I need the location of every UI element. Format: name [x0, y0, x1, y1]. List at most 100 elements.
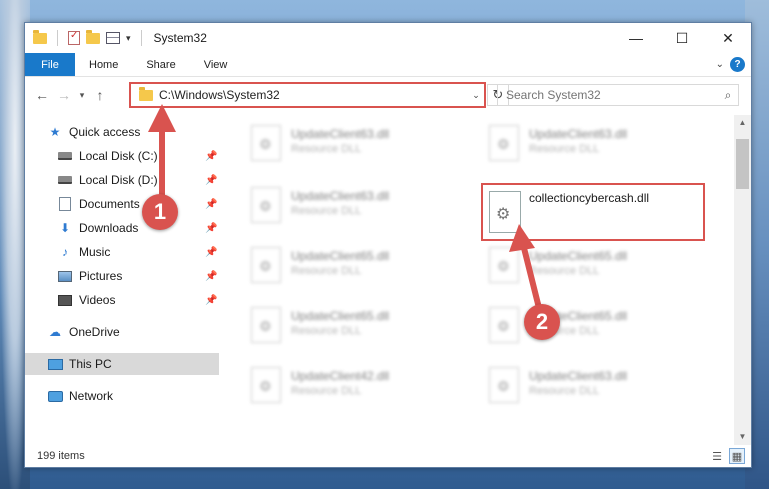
view-options-icon[interactable] — [106, 32, 120, 44]
file-item[interactable]: UpdateClient63.dll Resource DLL — [483, 121, 703, 167]
sidebar-item-label: This PC — [69, 357, 112, 371]
large-icons-view-icon[interactable]: ▦ — [729, 448, 745, 464]
sidebar-item-label: Pictures — [79, 269, 123, 283]
sidebar-item-onedrive[interactable]: ☁ OneDrive — [25, 321, 219, 343]
highlighted-file-item[interactable]: collectioncybercash.dll — [481, 183, 705, 241]
file-item[interactable]: UpdateClient42.dll Resource DLL — [245, 363, 465, 409]
file-item[interactable]: UpdateClient63.dll Resource DLL — [483, 363, 703, 409]
close-button[interactable]: ✕ — [705, 23, 751, 53]
back-arrow-icon[interactable]: ← — [31, 87, 53, 103]
file-item[interactable]: UpdateClient63.dll Resource DLL — [245, 183, 465, 229]
file-description: Resource DLL — [529, 265, 600, 277]
drive-icon — [57, 173, 73, 187]
qat-dropdown-icon[interactable]: ▾ — [126, 33, 131, 44]
pictures-icon — [57, 269, 73, 283]
computer-icon — [47, 357, 63, 371]
sidebar-item-label: Videos — [79, 293, 116, 307]
sidebar-item-local-disk-c[interactable]: Local Disk (C:) 📌 — [25, 145, 219, 167]
file-description: Resource DLL — [291, 265, 362, 277]
scroll-down-icon[interactable]: ▼ — [734, 429, 751, 445]
sidebar-item-pictures[interactable]: Pictures 📌 — [25, 265, 219, 287]
file-item[interactable]: UpdateClient65.dll Resource DLL — [483, 243, 703, 289]
file-name: UpdateClient42.dll — [291, 369, 390, 383]
search-box[interactable]: ⌕ — [497, 84, 739, 106]
music-note-icon: ♪ — [62, 245, 68, 259]
window-controls: — ☐ ✕ — [613, 23, 751, 53]
file-description: Resource DLL — [291, 143, 362, 155]
cloud-icon: ☁ — [49, 325, 61, 339]
sidebar-item-label: Local Disk (D:) — [79, 173, 158, 187]
address-path[interactable]: C:\Windows\System32 — [159, 88, 468, 102]
help-icon[interactable]: ? — [730, 57, 745, 72]
navigation-pane: ★ Quick access Local Disk (C:) 📌 Local D… — [25, 115, 219, 445]
file-name: UpdateClient65.dll — [291, 309, 390, 323]
file-list: UpdateClient63.dll Resource DLL UpdateCl… — [221, 115, 735, 445]
maximize-button[interactable]: ☐ — [659, 23, 705, 53]
window-title: System32 — [153, 31, 207, 45]
sidebar-item-quick-access[interactable]: ★ Quick access — [25, 121, 219, 143]
dll-file-icon — [251, 125, 281, 161]
new-folder-icon[interactable] — [86, 29, 100, 44]
file-description: Resource DLL — [529, 143, 600, 155]
search-input[interactable] — [498, 88, 718, 102]
ribbon-help-area: ⌄ ? — [716, 57, 745, 72]
file-item[interactable]: UpdateClient65.dll Resource DLL — [245, 303, 465, 349]
file-name: collectioncybercash.dll — [529, 191, 650, 205]
search-icon[interactable]: ⌕ — [718, 88, 738, 103]
dll-file-icon — [251, 187, 281, 223]
folder-icon — [139, 86, 153, 101]
navigation-bar: ← → ▾ ↑ C:\Windows\System32 ⌄ ↻ ⌕ — [25, 78, 751, 112]
file-item[interactable]: UpdateClient65.dll Resource DLL — [245, 243, 465, 289]
pin-icon: 📌 — [205, 174, 218, 186]
file-description: Resource DLL — [291, 385, 362, 397]
sidebar-item-downloads[interactable]: ⬇ Downloads 📌 — [25, 217, 219, 239]
dll-file-icon — [489, 367, 519, 403]
vertical-scrollbar[interactable]: ▲ ▼ — [734, 115, 751, 445]
dll-file-icon — [489, 247, 519, 283]
expand-ribbon-icon[interactable]: ⌄ — [716, 59, 724, 70]
sidebar-item-music[interactable]: ♪ Music 📌 — [25, 241, 219, 263]
title-bar: ▾ System32 — ☐ ✕ — [25, 23, 751, 53]
pin-icon: 📌 — [205, 270, 218, 282]
document-icon — [57, 197, 73, 211]
step-2-badge: 2 — [524, 304, 560, 340]
sidebar-item-label: Music — [79, 245, 111, 259]
up-arrow-icon[interactable]: ↑ — [89, 87, 111, 103]
chevron-down-icon[interactable]: ⌄ — [468, 90, 484, 101]
dll-file-icon — [251, 367, 281, 403]
sidebar-item-label: Network — [69, 389, 114, 403]
sidebar-item-local-disk-d[interactable]: Local Disk (D:) 📌 — [25, 169, 219, 191]
sidebar-item-documents[interactable]: Documents 📌 — [25, 193, 219, 215]
video-film-icon — [57, 293, 73, 307]
forward-arrow-icon[interactable]: → — [53, 87, 75, 103]
properties-icon[interactable] — [68, 30, 80, 45]
sidebar-item-this-pc[interactable]: This PC — [25, 353, 219, 375]
sidebar-item-network[interactable]: Network — [25, 385, 219, 407]
status-bar: 199 items ☰ ▦ — [25, 445, 751, 467]
pin-icon: 📌 — [205, 198, 218, 210]
pin-icon: 📌 — [205, 150, 218, 162]
file-name: UpdateClient65.dll — [529, 249, 628, 263]
sidebar-item-videos[interactable]: Videos 📌 — [25, 289, 219, 311]
file-item[interactable]: UpdateClient65.dll Resource DLL — [483, 303, 703, 349]
star-icon: ★ — [49, 125, 61, 139]
file-description: Resource DLL — [529, 385, 600, 397]
file-item[interactable]: UpdateClient63.dll Resource DLL — [245, 121, 465, 167]
item-count: 199 items — [37, 450, 85, 462]
scroll-up-icon[interactable]: ▲ — [734, 115, 751, 131]
pin-icon: 📌 — [205, 246, 218, 258]
details-view-icon[interactable]: ☰ — [709, 448, 725, 464]
tab-share[interactable]: Share — [132, 53, 189, 76]
network-icon — [47, 389, 63, 403]
minimize-button[interactable]: — — [613, 23, 659, 53]
tab-home[interactable]: Home — [75, 53, 132, 76]
tab-file[interactable]: File — [25, 53, 75, 76]
sidebar-item-label: OneDrive — [69, 325, 120, 339]
address-bar[interactable]: C:\Windows\System32 ⌄ — [129, 82, 486, 108]
scroll-thumb[interactable] — [736, 139, 749, 189]
tab-view[interactable]: View — [190, 53, 242, 76]
sidebar-item-label: Documents — [79, 197, 140, 211]
file-name: UpdateClient63.dll — [529, 369, 628, 383]
recent-locations-icon[interactable]: ▾ — [75, 90, 89, 101]
file-name: UpdateClient63.dll — [291, 189, 390, 203]
